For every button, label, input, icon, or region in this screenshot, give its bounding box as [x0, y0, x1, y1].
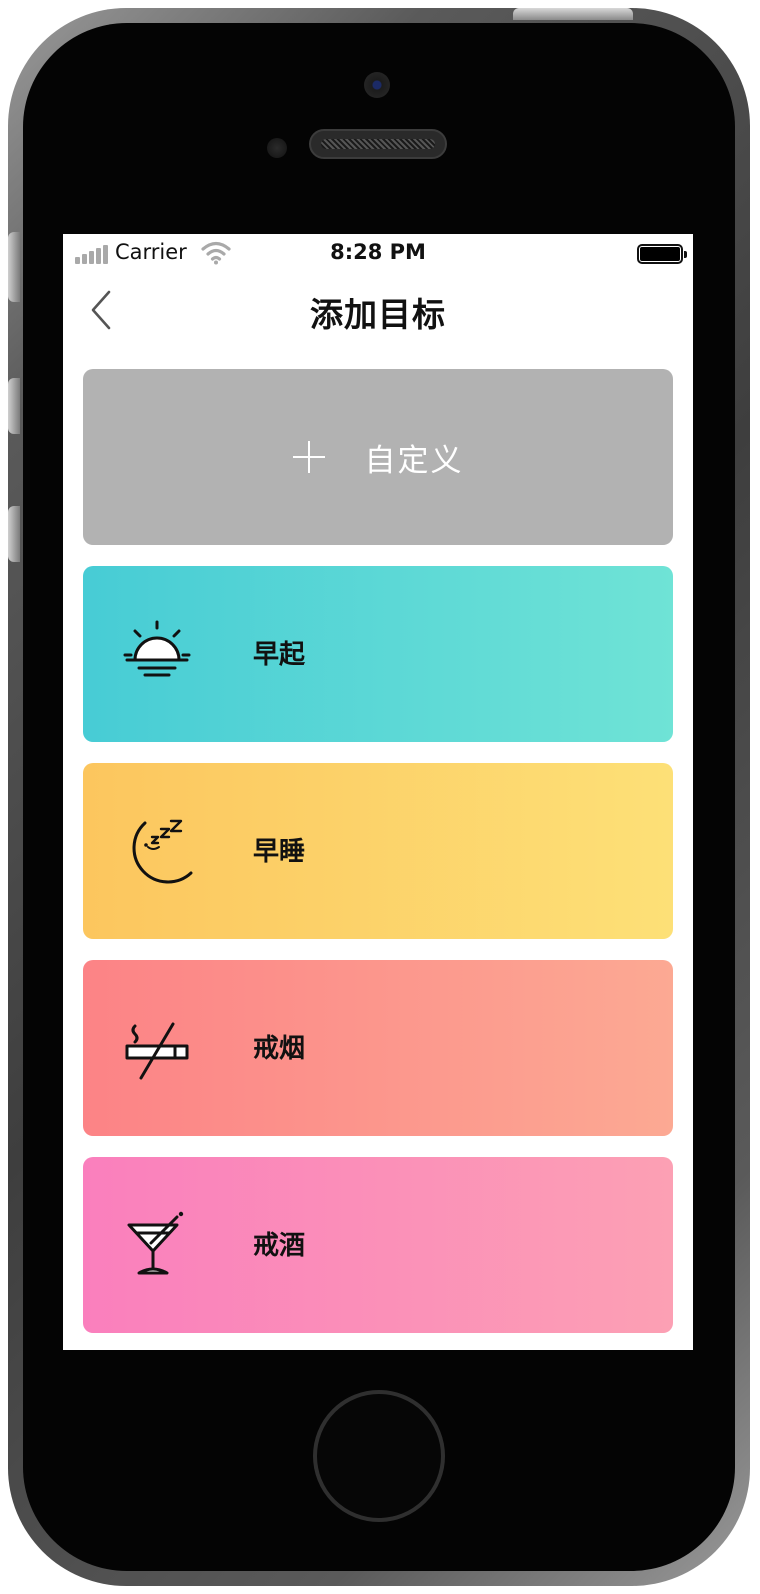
- proximity-sensor: [267, 138, 287, 158]
- goal-label: 戒烟: [253, 1034, 306, 1064]
- app-screen: Carrier 8:28 PM 添加目标 自定义 早起 早睡 戒烟 戒酒: [63, 234, 693, 1350]
- custom-goal-label: 自定义: [364, 442, 464, 479]
- add-custom-goal-button[interactable]: 自定义: [83, 369, 673, 545]
- earpiece-speaker: [309, 129, 447, 159]
- navigation-bar: 添加目标: [63, 274, 693, 348]
- goal-label: 早睡: [253, 837, 306, 867]
- power-button: [513, 8, 633, 20]
- goal-list: 自定义 早起 早睡 戒烟 戒酒: [83, 369, 673, 1350]
- battery-icon: [637, 244, 687, 264]
- goal-label: 戒酒: [253, 1231, 306, 1261]
- sunrise-icon: [123, 620, 191, 677]
- no-smoking-icon: [125, 1022, 189, 1080]
- home-button[interactable]: [313, 1390, 445, 1522]
- status-bar: Carrier 8:28 PM: [63, 234, 693, 274]
- cocktail-icon: [127, 1211, 184, 1275]
- goal-label: 早起: [253, 640, 306, 670]
- goal-card-quit-drinking[interactable]: 戒酒: [83, 1157, 673, 1333]
- goal-card-quit-smoking[interactable]: 戒烟: [83, 960, 673, 1136]
- volume-down-button: [8, 506, 20, 562]
- volume-up-button: [8, 378, 20, 434]
- status-time: 8:28 PM: [330, 240, 426, 264]
- goal-card-early-rise[interactable]: 早起: [83, 566, 673, 742]
- front-camera: [364, 72, 390, 98]
- moon-sleep-icon: [132, 819, 193, 884]
- plus-icon: [292, 441, 325, 473]
- mute-switch: [8, 232, 20, 302]
- goal-card-early-sleep[interactable]: 早睡: [83, 763, 673, 939]
- page-title: 添加目标: [310, 295, 446, 334]
